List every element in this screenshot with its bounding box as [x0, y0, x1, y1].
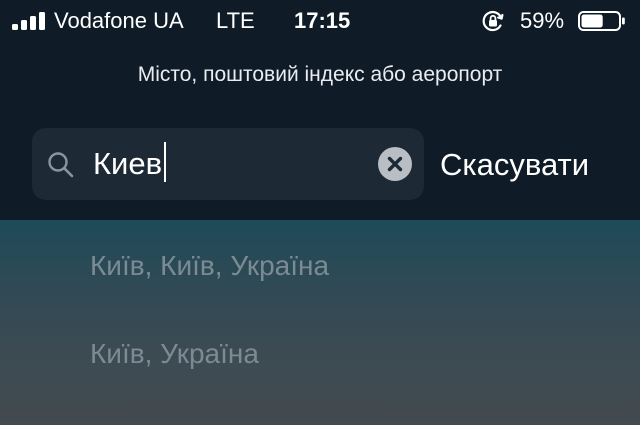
city-search-screen: Vodafone UA LTE 17:15 59% Місто, поштови…	[0, 0, 640, 425]
battery-icon	[578, 11, 625, 31]
search-header: Vodafone UA LTE 17:15 59% Місто, поштови…	[0, 0, 640, 220]
search-results-list: Київ, Київ, Україна Київ, Україна	[0, 220, 640, 425]
text-caret	[164, 142, 166, 182]
battery-percentage: 59%	[520, 8, 565, 33]
network-type: LTE	[216, 8, 255, 33]
status-bar: Vodafone UA LTE 17:15 59%	[0, 0, 640, 42]
result-item[interactable]: Київ, Київ, Україна	[90, 248, 610, 284]
cancel-button[interactable]: Скасувати	[440, 145, 589, 185]
result-item[interactable]: Київ, Україна	[90, 336, 610, 372]
orientation-lock-icon	[482, 11, 504, 32]
search-icon	[48, 152, 74, 178]
status-time: 17:15	[294, 8, 351, 33]
search-field[interactable]: Киев	[32, 128, 424, 200]
search-prompt: Місто, поштовий індекс або аеропорт	[137, 63, 503, 86]
clear-search-button[interactable]	[378, 147, 412, 181]
search-input[interactable]: Киев	[93, 142, 162, 186]
carrier-name: Vodafone UA	[54, 8, 184, 33]
signal-bars-icon	[12, 12, 46, 30]
clear-icon	[387, 156, 403, 172]
